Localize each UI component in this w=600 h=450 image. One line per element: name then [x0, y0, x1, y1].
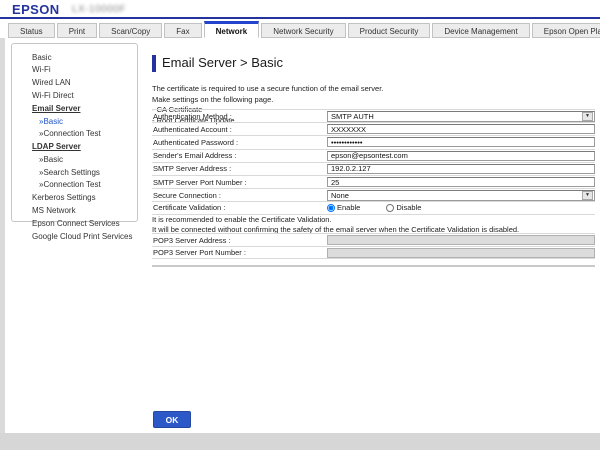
field-label: Secure Connection : — [152, 190, 327, 201]
sidebar-item-google-cloud-print-services[interactable]: Google Cloud Print Services — [12, 230, 137, 243]
authentication-method-select[interactable]: SMTP AUTH ▼ — [327, 111, 595, 122]
tab-status[interactable]: Status — [8, 23, 55, 38]
field-label: Authenticated Account : — [152, 124, 327, 135]
form-row-authenticated-password: Authenticated Password : — [152, 135, 595, 148]
description-line: Make settings on the following page. — [152, 95, 383, 106]
enable-radio[interactable] — [327, 204, 335, 212]
form-row-secure-connection: Secure Connection : None ▼ — [152, 188, 595, 201]
pop3-server-address-field — [327, 235, 595, 245]
form-row-smtp-server-port-number: SMTP Server Port Number : — [152, 175, 595, 188]
sidebar-nav: Basic Wi-Fi Wired LAN Wi-Fi Direct Email… — [11, 43, 138, 222]
select-value: None — [328, 191, 349, 200]
field-label: Authenticated Password : — [152, 137, 327, 148]
field-label: Certificate Validation : — [152, 202, 327, 213]
title-accent-bar — [152, 55, 156, 72]
tab-epson-open-platform[interactable]: Epson Open Platform — [532, 23, 600, 38]
sidebar-item-ldap-basic[interactable]: »Basic — [12, 153, 137, 166]
radio-label: Disable — [396, 203, 421, 212]
sidebar-item-wired-lan[interactable]: Wired LAN — [12, 77, 137, 90]
field-label: POP3 Server Port Number : — [152, 247, 327, 258]
form-row-authenticated-account: Authenticated Account : — [152, 122, 595, 135]
form-row-authentication-method: Authentication Method : SMTP AUTH ▼ — [152, 109, 595, 122]
select-value: SMTP AUTH — [328, 112, 374, 121]
tab-bar: Status Print Scan/Copy Fax Network Netwo… — [8, 21, 600, 38]
sidebar-item-epson-connect-services[interactable]: Epson Connect Services — [12, 217, 137, 230]
left-edge-strip — [0, 38, 5, 433]
chevron-down-icon[interactable]: ▼ — [582, 112, 593, 121]
tab-print[interactable]: Print — [57, 23, 97, 38]
tab-product-security[interactable]: Product Security — [348, 23, 431, 38]
sidebar-group-email-server[interactable]: Email Server — [12, 102, 137, 115]
tab-device-management[interactable]: Device Management — [432, 23, 529, 38]
radio-label: Enable — [337, 203, 360, 212]
chevron-down-icon[interactable]: ▼ — [582, 191, 593, 200]
bottom-bar — [0, 433, 600, 450]
sidebar-item-basic[interactable]: Basic — [12, 51, 137, 64]
smtp-server-port-number-field[interactable] — [327, 177, 595, 187]
description-line: The certificate is required to use a sec… — [152, 84, 383, 95]
ok-button[interactable]: OK — [153, 411, 191, 428]
field-label: POP3 Server Address : — [152, 235, 327, 246]
disable-radio[interactable] — [386, 204, 394, 212]
printer-model-label: LX-10000F — [72, 4, 126, 15]
field-label: Sender's Email Address : — [152, 150, 327, 161]
tab-network[interactable]: Network — [204, 21, 260, 38]
web-config-page: EPSON LX-10000F Status Print Scan/Copy F… — [0, 0, 600, 450]
tab-fax[interactable]: Fax — [164, 23, 201, 38]
sidebar-item-email-basic[interactable]: »Basic — [12, 115, 137, 128]
pop3-server-port-number-field — [327, 248, 595, 258]
header: EPSON LX-10000F — [0, 0, 600, 17]
sidebar-item-wifi[interactable]: Wi-Fi — [12, 64, 137, 77]
senders-email-address-field[interactable] — [327, 151, 595, 161]
field-label: SMTP Server Port Number : — [152, 177, 327, 188]
page-title: Email Server > Basic — [162, 55, 283, 70]
field-label: Authentication Method : — [152, 111, 327, 122]
epson-logo: EPSON — [12, 2, 60, 17]
sidebar-item-email-connection-test[interactable]: »Connection Test — [12, 128, 137, 141]
authenticated-account-field[interactable] — [327, 124, 595, 134]
sidebar-item-ldap-connection-test[interactable]: »Connection Test — [12, 179, 137, 192]
sidebar-item-kerberos-settings[interactable]: Kerberos Settings — [12, 192, 137, 205]
certificate-validation-radio-group: Enable Disable — [327, 203, 443, 212]
tab-network-security[interactable]: Network Security — [261, 23, 345, 38]
sidebar-item-wifi-direct[interactable]: Wi-Fi Direct — [12, 89, 137, 102]
form-row-pop3-server-address: POP3 Server Address : — [152, 233, 595, 246]
section-divider — [152, 265, 595, 267]
smtp-server-address-field[interactable] — [327, 164, 595, 174]
form-row-pop3-server-port-number: POP3 Server Port Number : — [152, 246, 595, 259]
form-row-senders-email-address: Sender's Email Address : — [152, 149, 595, 162]
sidebar-item-ldap-search-settings[interactable]: »Search Settings — [12, 166, 137, 179]
sidebar-group-ldap-server[interactable]: LDAP Server — [12, 140, 137, 153]
field-label: SMTP Server Address : — [152, 163, 327, 174]
email-server-form: Authentication Method : SMTP AUTH ▼ Auth… — [152, 109, 595, 215]
pop3-form: POP3 Server Address : POP3 Server Port N… — [152, 233, 595, 259]
radio-option-disable[interactable]: Disable — [386, 203, 421, 212]
form-row-smtp-server-address: SMTP Server Address : — [152, 162, 595, 175]
form-row-certificate-validation: Certificate Validation : Enable Disable — [152, 201, 595, 214]
header-divider — [0, 17, 600, 19]
tab-scan-copy[interactable]: Scan/Copy — [99, 23, 162, 38]
secure-connection-select[interactable]: None ▼ — [327, 190, 595, 201]
radio-option-enable[interactable]: Enable — [327, 203, 360, 212]
authenticated-password-field[interactable] — [327, 137, 595, 147]
sidebar-item-ms-network[interactable]: MS Network — [12, 204, 137, 217]
note-line: It is recommended to enable the Certific… — [152, 215, 519, 225]
